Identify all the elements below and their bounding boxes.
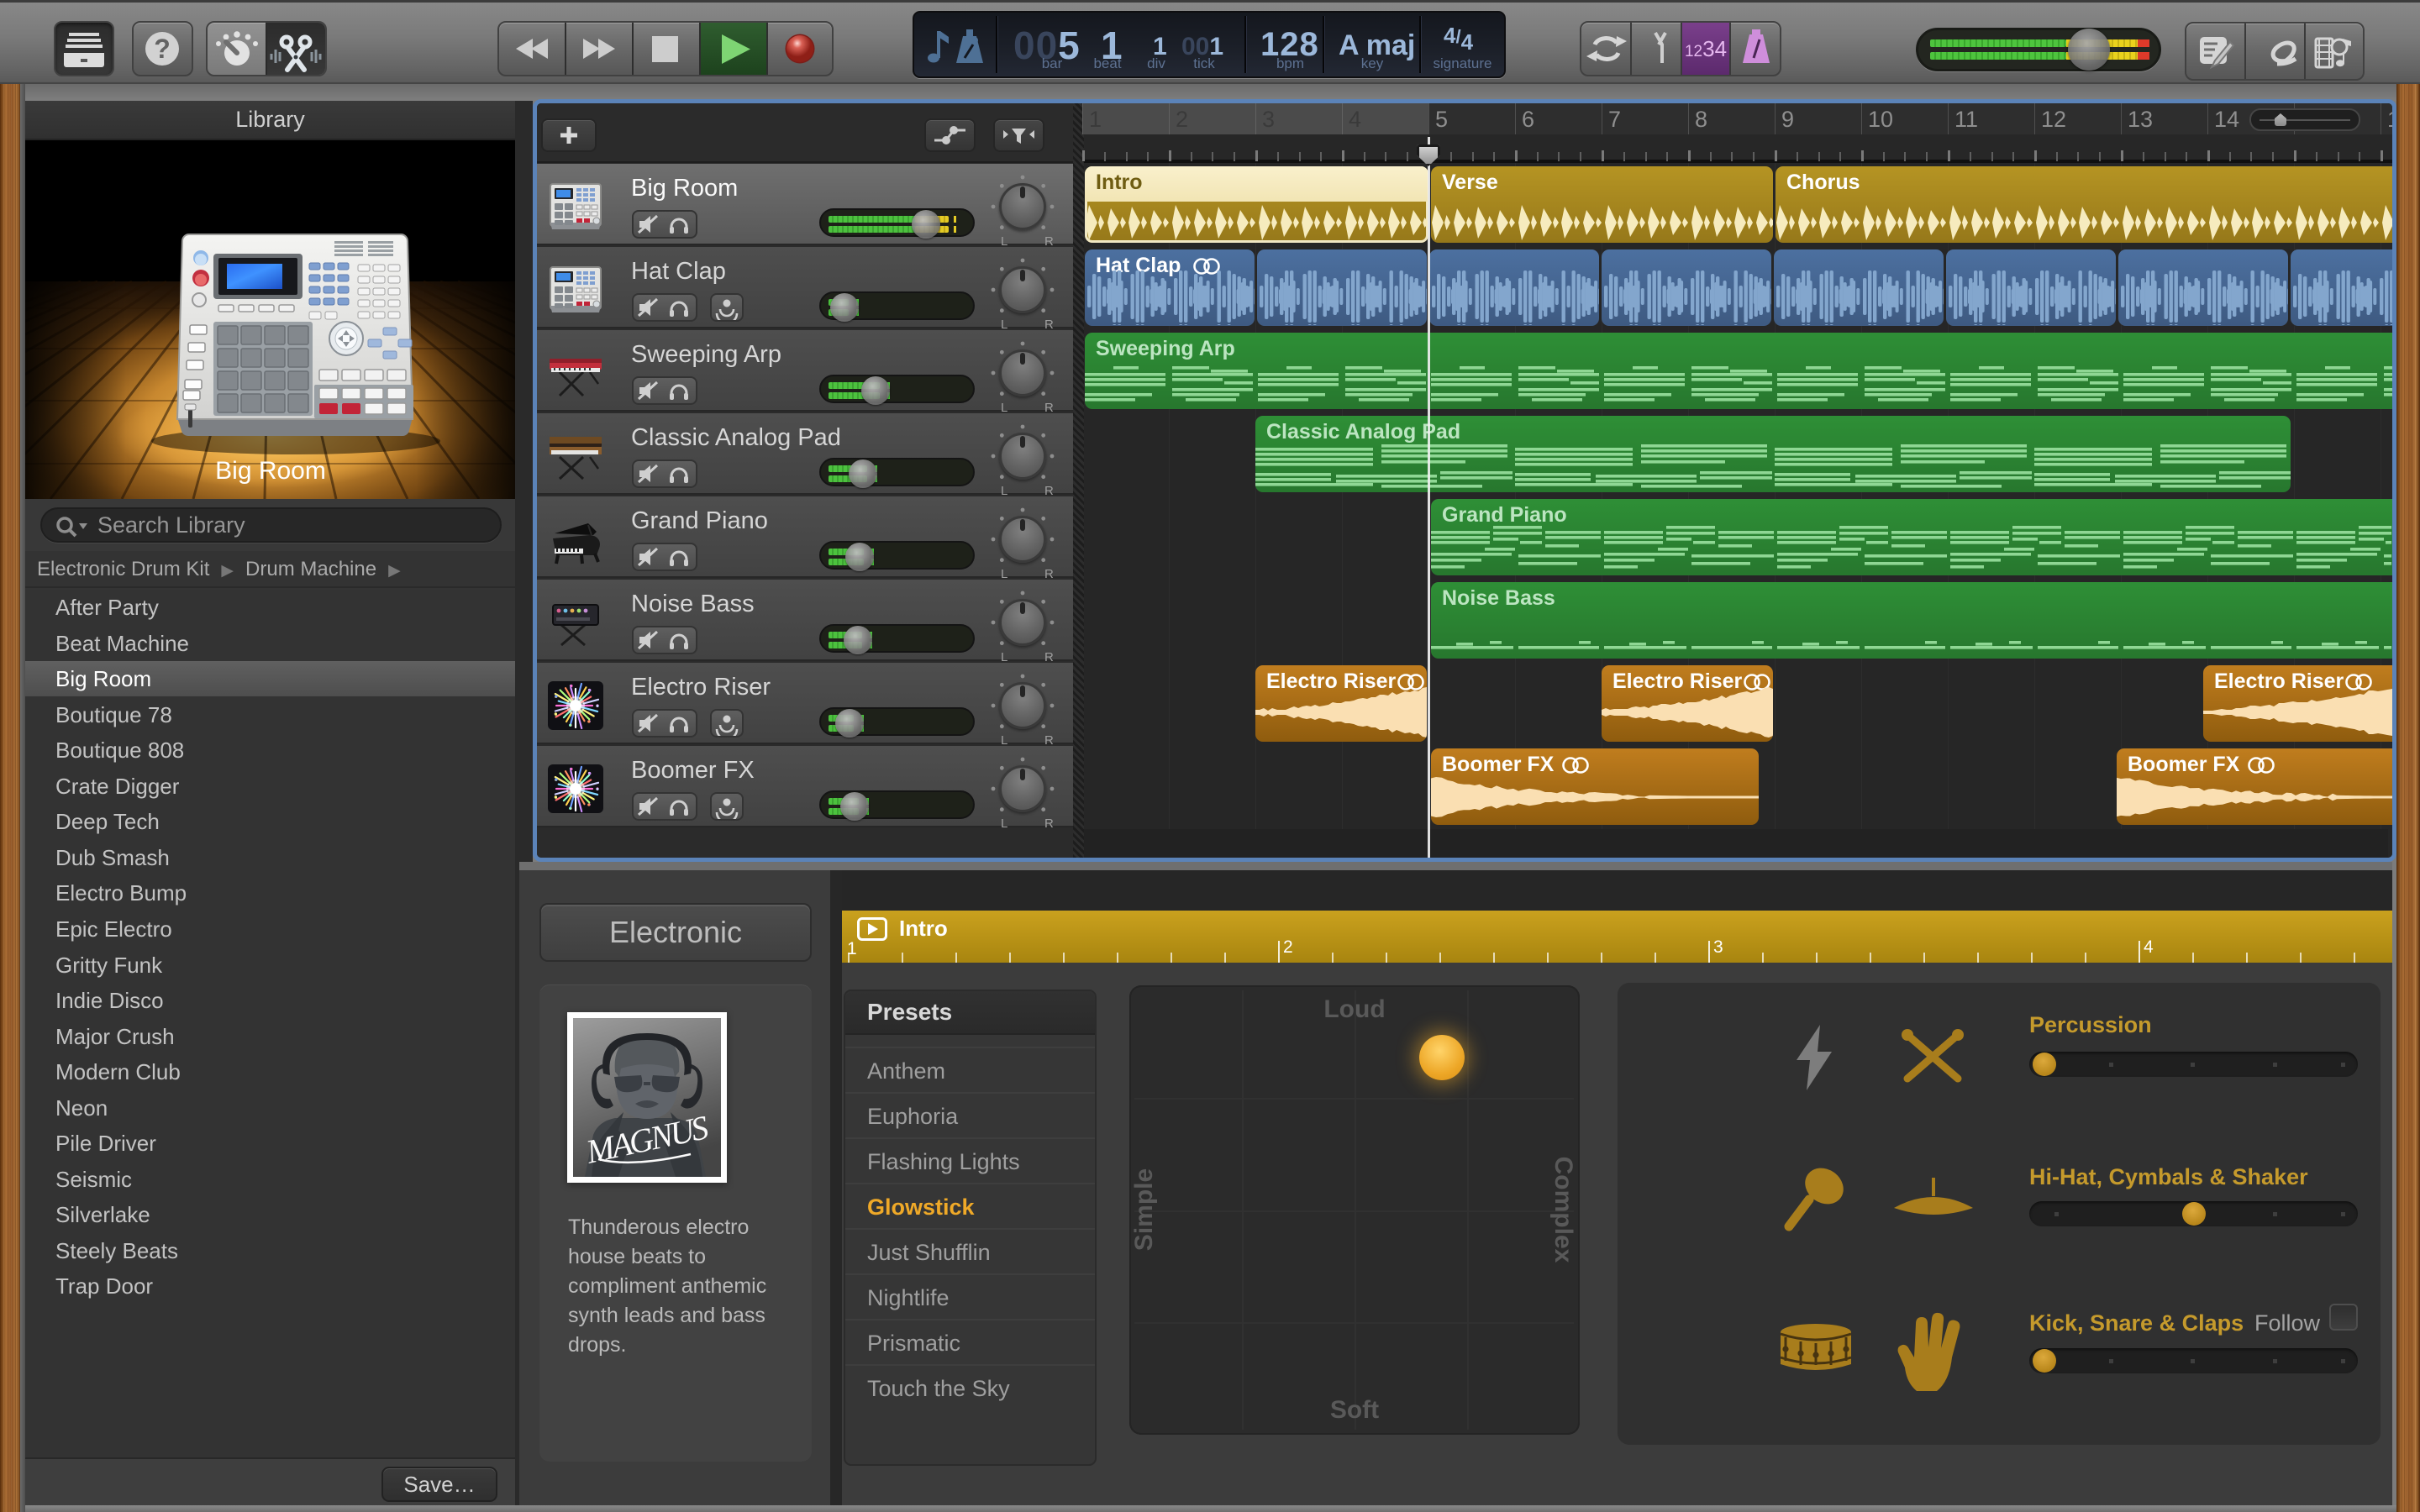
svg-text:Big Room: Big Room: [215, 457, 326, 485]
svg-text:?: ?: [154, 34, 171, 64]
svg-text:1234: 1234: [1685, 36, 1727, 61]
